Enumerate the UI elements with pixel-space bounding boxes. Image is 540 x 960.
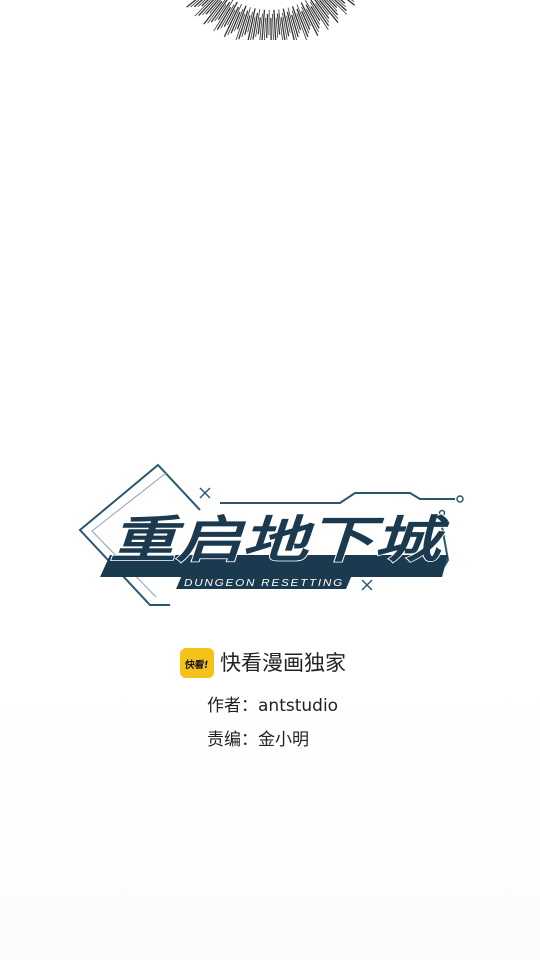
speed-line xyxy=(275,17,279,38)
kuaikan-logo-badge: 快看! xyxy=(180,648,214,678)
speed-line xyxy=(272,13,274,40)
editor-credit: 责编：金小明 xyxy=(207,728,309,752)
title-logo: 重启地下城 DUNGEON RESETTING xyxy=(78,463,464,606)
author-label: 作者： xyxy=(207,696,258,716)
editor-label: 责编： xyxy=(207,730,258,750)
speed-line xyxy=(263,17,266,40)
author-value: antstudio xyxy=(258,696,339,716)
speed-line xyxy=(301,11,311,30)
logo-circuit-node-2 xyxy=(438,509,446,517)
speed-line xyxy=(236,5,247,30)
editor-value: 金小明 xyxy=(258,730,309,750)
speed-lines-decoration xyxy=(186,0,356,40)
badge-text: 快看! xyxy=(184,659,210,671)
author-credit: 作者：antstudio xyxy=(207,694,338,718)
speed-line xyxy=(266,13,269,38)
exclusive-label: 快看漫画独家 xyxy=(220,651,346,675)
logo-circuit-node xyxy=(456,495,464,503)
logo-circuit-top xyxy=(220,492,455,504)
logo-title: 重启地下城 xyxy=(110,511,451,569)
speed-line xyxy=(273,9,277,40)
comic-page: 重启地下城 DUNGEON RESETTING 快看! 快看漫画独家 作者：an… xyxy=(0,0,540,960)
speed-line xyxy=(310,0,330,27)
logo-subtitle: DUNGEON RESETTING xyxy=(184,578,344,589)
